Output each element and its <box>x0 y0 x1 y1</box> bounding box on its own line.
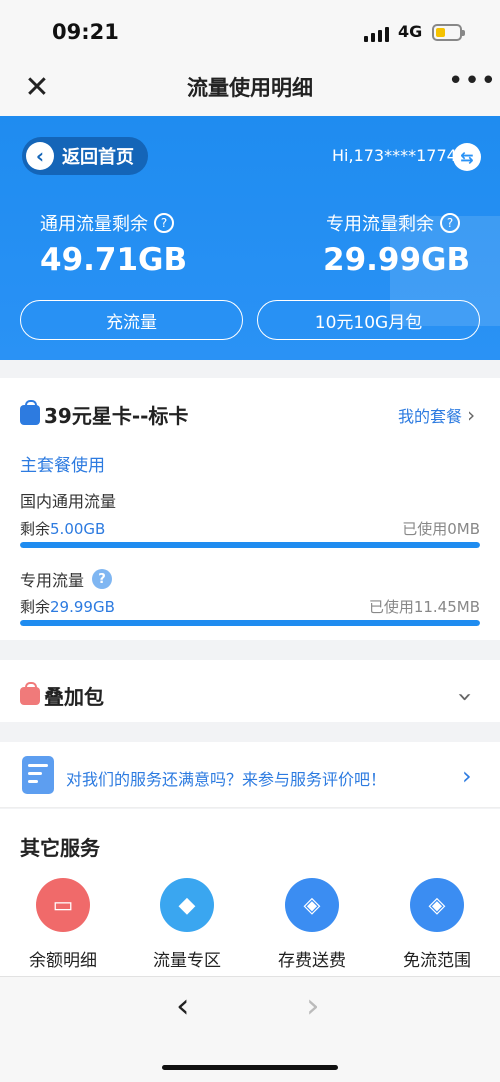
addon-title: 叠加包 <box>20 681 104 710</box>
page-title: 流量使用明细 <box>187 76 313 100</box>
services-title: 其它服务 <box>20 836 100 860</box>
service-balance-detail[interactable]: ▭ 余额明细 <box>8 878 118 971</box>
back-arrow-icon: ‹ <box>26 142 54 170</box>
plan-name-text: 39元星卡--标卡 <box>44 404 189 428</box>
tag-icon: ◈ <box>410 878 464 932</box>
recharge-data-button[interactable]: 充流量 <box>20 300 243 340</box>
domestic-used: 已使用0MB <box>402 520 480 538</box>
plan-name: 39元星卡--标卡 <box>20 399 189 429</box>
dedicated-progress-bar <box>20 620 480 626</box>
service-free-data-scope[interactable]: ◈ 免流范围 <box>382 878 492 971</box>
service-label: 存费送费 <box>278 951 346 971</box>
back-arrow-icon[interactable]: ‹ <box>176 986 190 1026</box>
dedicated-remaining-value: 29.99GB <box>323 242 471 278</box>
dedicated-used: 已使用11.45MB <box>368 598 480 616</box>
my-plan-label: 我的套餐 <box>398 407 463 426</box>
tag-icon: ◈ <box>285 878 339 932</box>
shopping-bag-icon <box>20 399 40 425</box>
remaining-value: 5.00GB <box>50 520 106 538</box>
gift-bag-icon <box>20 681 40 705</box>
dedicated-remaining-label: 专用流量剩余 ? <box>326 210 460 236</box>
service-label: 余额明细 <box>29 951 97 971</box>
dedicated-data-label: 专用流量 <box>20 571 85 590</box>
chevron-down-icon[interactable]: › <box>450 692 480 702</box>
back-home-button[interactable]: ‹ 返回首页 <box>22 137 148 175</box>
help-icon[interactable]: ? <box>154 213 174 233</box>
switch-account-icon[interactable]: ⇆ <box>453 143 481 171</box>
home-indicator <box>162 1065 338 1070</box>
domestic-data-label: 国内通用流量 <box>20 492 117 511</box>
service-deposit-bonus[interactable]: ◈ 存费送费 <box>257 878 367 971</box>
remaining-prefix: 剩余 <box>20 520 51 538</box>
dedicated-label-text: 专用流量剩余 <box>326 214 434 235</box>
main-plan-usage-heading: 主套餐使用 <box>20 456 105 476</box>
service-label: 免流范围 <box>403 951 471 971</box>
general-remaining-label: 通用流量剩余 ? <box>40 210 174 236</box>
service-label: 流量专区 <box>153 951 221 971</box>
help-icon[interactable]: ? <box>440 213 460 233</box>
wallet-icon: ▭ <box>36 878 90 932</box>
survey-prompt[interactable]: 对我们的服务还满意吗？来参与服务评价吧！ <box>66 766 386 790</box>
addon-title-text: 叠加包 <box>44 685 104 709</box>
domestic-remaining: 剩余5.00GB <box>20 518 105 539</box>
service-data-zone[interactable]: ◆ 流量专区 <box>132 878 242 971</box>
remaining-prefix: 剩余 <box>20 598 51 616</box>
general-label-text: 通用流量剩余 <box>40 214 148 235</box>
signal-icon <box>364 24 389 42</box>
status-time: 09:21 <box>52 20 119 44</box>
help-icon[interactable]: ? <box>92 569 113 589</box>
clipboard-icon <box>22 756 54 794</box>
user-greeting: Hi,173****1774 <box>332 146 457 165</box>
dedicated-remaining: 剩余29.99GB <box>20 596 115 617</box>
remaining-value: 29.99GB <box>50 598 115 616</box>
cube-icon: ◆ <box>160 878 214 932</box>
domestic-progress-bar <box>20 542 480 548</box>
battery-icon <box>432 24 465 41</box>
dedicated-data-row: 专用流量 ? <box>20 567 113 591</box>
chevron-right-icon[interactable]: › <box>462 762 472 790</box>
general-remaining-value: 49.71GB <box>40 242 188 278</box>
back-home-label: 返回首页 <box>62 147 134 168</box>
monthly-pack-button[interactable]: 10元10G月包 <box>257 300 480 340</box>
my-plan-link[interactable]: 我的套餐 › <box>398 403 475 427</box>
forward-arrow-icon[interactable]: › <box>306 986 320 1026</box>
network-type: 4G <box>398 22 423 41</box>
chevron-right-icon: › <box>467 403 476 427</box>
more-menu-icon[interactable]: ••• <box>448 66 497 96</box>
